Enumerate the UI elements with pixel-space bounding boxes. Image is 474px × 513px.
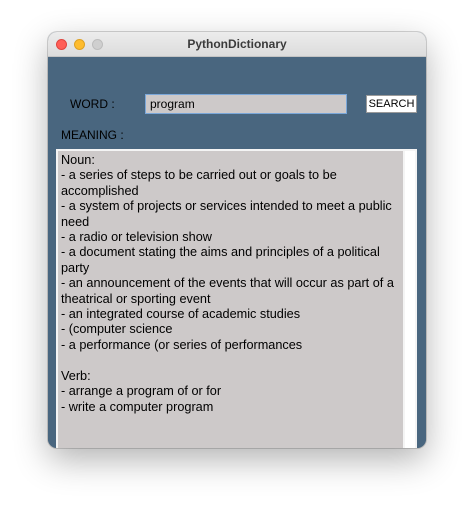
- main-content: WORD : SEARCH MEANING : Noun: - a series…: [48, 57, 426, 448]
- word-label: WORD :: [70, 97, 115, 111]
- title-bar: PythonDictionary: [48, 32, 426, 57]
- word-input[interactable]: [145, 94, 347, 114]
- meaning-label: MEANING :: [61, 128, 124, 142]
- search-button[interactable]: SEARCH: [366, 95, 417, 113]
- app-window: PythonDictionary WORD : SEARCH MEANING :…: [48, 32, 426, 448]
- meaning-panel: Noun: - a series of steps to be carried …: [56, 149, 417, 448]
- window-title: PythonDictionary: [187, 37, 287, 51]
- meaning-text-area[interactable]: Noun: - a series of steps to be carried …: [58, 151, 403, 448]
- meaning-scrollbar[interactable]: [405, 151, 415, 448]
